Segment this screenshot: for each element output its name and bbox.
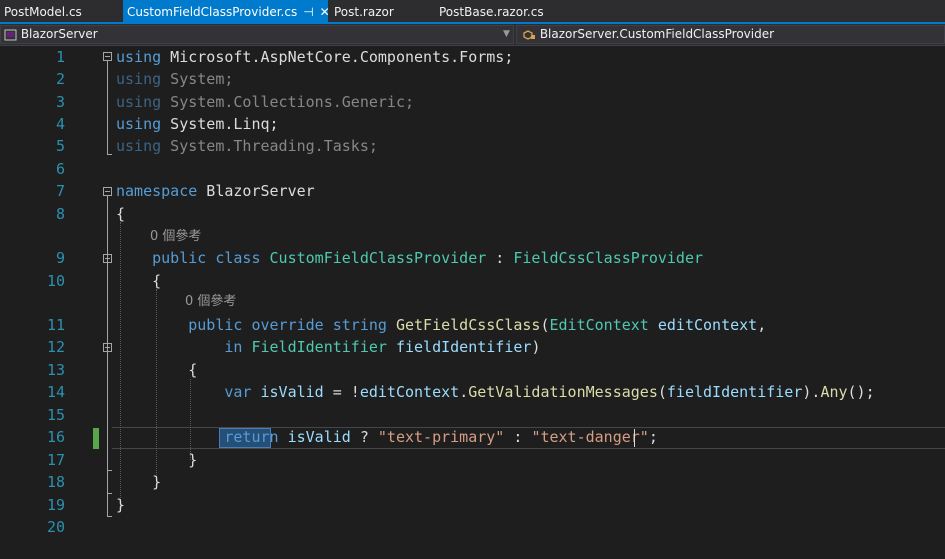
chevron-down-icon: ▼ xyxy=(503,29,510,39)
code-editor[interactable]: 0 個參考 0 個參考 1 using Microsoft.AspNetCore.… xyxy=(0,46,945,559)
code-line[interactable]: public override string GetFieldCssClass(… xyxy=(116,314,766,336)
line-number: 15 xyxy=(46,406,65,424)
collapse-usings-icon[interactable] xyxy=(103,52,112,61)
code-line[interactable]: public class CustomFieldClassProvider : … xyxy=(116,247,703,269)
text-caret xyxy=(634,429,635,447)
line-number: 8 xyxy=(55,205,65,223)
line-number: 6 xyxy=(55,160,65,178)
code-line[interactable]: using System.Threading.Tasks; xyxy=(116,135,378,157)
method-reference-count[interactable]: 0 個參考 xyxy=(185,291,236,313)
code-line[interactable]: in FieldIdentifier fieldIdentifier) xyxy=(116,336,540,358)
code-line[interactable]: } xyxy=(116,449,197,471)
outline-line xyxy=(107,61,108,155)
line-number: 1 xyxy=(55,48,65,66)
tab-label: Post.razor xyxy=(334,5,394,19)
tab-post-razor[interactable]: Post.razor xyxy=(334,0,434,22)
tab-label: PostBase.razor.cs xyxy=(439,5,544,19)
project-name: BlazorServer xyxy=(20,27,98,41)
close-icon[interactable]: ✕ xyxy=(320,0,330,24)
navigation-bar: BlazorServer ▼ BlazorServer.CustomFieldC… xyxy=(0,24,945,46)
outline-end xyxy=(107,516,112,517)
line-number: 16 xyxy=(46,428,65,446)
line-number: 11 xyxy=(46,316,65,334)
line-number: 7 xyxy=(55,182,65,200)
tab-postmodel-cs[interactable]: PostModel.cs xyxy=(0,0,122,22)
outline-line xyxy=(107,352,108,471)
collapse-class-icon[interactable] xyxy=(103,254,112,263)
member-name: BlazorServer.CustomFieldClassProvider xyxy=(539,27,775,41)
line-number: 3 xyxy=(55,93,65,111)
code-line[interactable]: } xyxy=(116,471,161,493)
code-line[interactable]: return isValid ? "text-primary" : "text-… xyxy=(116,426,658,448)
code-line[interactable]: using System.Linq; xyxy=(116,113,279,135)
tab-postbase-razor-cs[interactable]: PostBase.razor.cs xyxy=(439,0,569,22)
line-number: 20 xyxy=(46,518,65,536)
code-line[interactable]: using Microsoft.AspNetCore.Components.Fo… xyxy=(116,46,513,68)
line-number: 5 xyxy=(55,137,65,155)
code-line[interactable]: using System.Collections.Generic; xyxy=(116,91,414,113)
class-icon xyxy=(523,29,535,40)
line-number: 17 xyxy=(46,451,65,469)
outline-end xyxy=(107,493,112,494)
code-line[interactable]: using System; xyxy=(116,68,233,90)
line-number: 9 xyxy=(55,249,65,267)
line-number: 14 xyxy=(46,383,65,401)
tab-label: CustomFieldClassProvider.cs xyxy=(127,5,298,19)
code-line[interactable]: namespace BlazorServer xyxy=(116,180,315,202)
line-number: 12 xyxy=(46,338,65,356)
member-dropdown[interactable]: BlazorServer.CustomFieldClassProvider xyxy=(516,25,945,44)
code-line[interactable]: { xyxy=(116,203,125,225)
line-number: 10 xyxy=(46,272,65,290)
class-reference-count[interactable]: 0 個參考 xyxy=(150,226,201,248)
change-tracking-bar xyxy=(93,428,99,449)
code-line[interactable]: var isValid = !editContext.GetValidation… xyxy=(116,381,874,403)
pin-icon[interactable]: ⊣ xyxy=(303,0,313,24)
code-line[interactable]: { xyxy=(116,359,197,381)
tab-customfieldclassprovider-cs[interactable]: CustomFieldClassProvider.cs ⊣ ✕ xyxy=(123,0,330,24)
outline-end xyxy=(107,470,112,471)
csharp-project-icon xyxy=(4,29,17,40)
code-line[interactable]: } xyxy=(116,494,125,516)
collapse-method-icon[interactable] xyxy=(103,343,112,352)
code-line[interactable]: { xyxy=(116,270,161,292)
line-number: 13 xyxy=(46,361,65,379)
line-number: 19 xyxy=(46,496,65,514)
outline-end xyxy=(107,154,112,155)
collapse-namespace-icon[interactable] xyxy=(103,187,112,196)
document-tab-strip: PostModel.cs CustomFieldClassProvider.cs… xyxy=(0,0,945,24)
line-number: 2 xyxy=(55,70,65,88)
line-number: 18 xyxy=(46,473,65,491)
line-number: 4 xyxy=(55,115,65,133)
tab-label: PostModel.cs xyxy=(4,5,82,19)
project-dropdown[interactable]: BlazorServer ▼ xyxy=(0,25,514,44)
